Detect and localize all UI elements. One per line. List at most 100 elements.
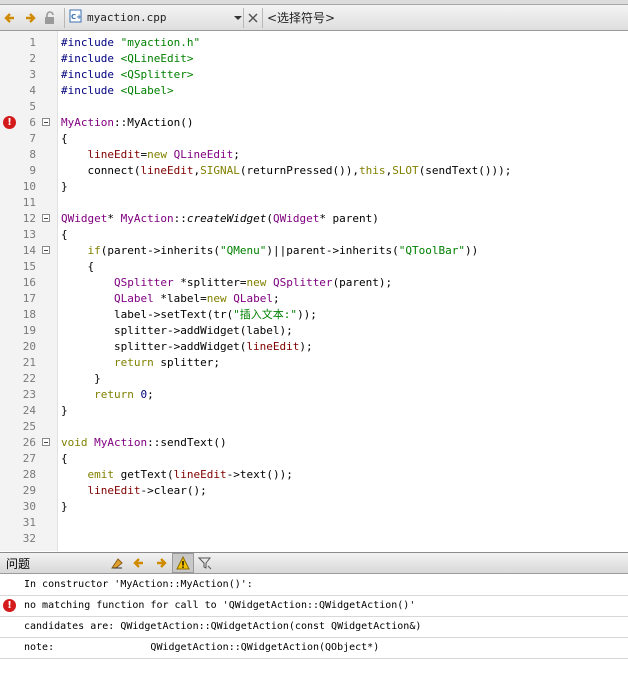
code-text: { bbox=[61, 227, 68, 243]
code-token: return bbox=[113, 356, 154, 369]
code-text: QSplitter *splitter=new QSplitter(parent… bbox=[61, 275, 392, 291]
back-arrow-icon[interactable] bbox=[0, 8, 20, 28]
code-token: *label= bbox=[153, 292, 207, 305]
code-line[interactable]: 30} bbox=[0, 499, 628, 515]
file-name: myaction.cpp bbox=[87, 11, 167, 24]
code-line[interactable]: 10} bbox=[0, 179, 628, 195]
code-text: if(parent->inherits("QMenu")||parent->in… bbox=[61, 243, 479, 259]
code-text: void MyAction::sendText() bbox=[61, 435, 227, 451]
error-icon: ! bbox=[3, 599, 16, 612]
file-selector-combo[interactable]: C+ myaction.cpp bbox=[64, 7, 244, 28]
code-token: getText( bbox=[114, 468, 174, 481]
code-line[interactable]: 3 #include <QSplitter> bbox=[0, 67, 628, 83]
fold-toggle-icon[interactable] bbox=[42, 118, 50, 126]
code-token: SIGNAL bbox=[200, 164, 240, 177]
forward-arrow-icon[interactable] bbox=[20, 8, 40, 28]
lock-icon[interactable] bbox=[40, 8, 60, 28]
warning-filter-icon[interactable] bbox=[172, 553, 194, 573]
issue-text: candidates are: QWidgetAction::QWidgetAc… bbox=[24, 621, 422, 632]
code-line[interactable]: 8 lineEdit=new QLineEdit; bbox=[0, 147, 628, 163]
code-token: "myaction.h" bbox=[120, 36, 201, 49]
code-token: lineEdit bbox=[87, 484, 141, 497]
code-token: ->text()); bbox=[226, 468, 293, 481]
code-line[interactable]: 31 bbox=[0, 515, 628, 531]
code-token: (returnPressed()), bbox=[239, 164, 360, 177]
code-token: #include bbox=[61, 84, 121, 97]
fold-toggle-icon[interactable] bbox=[42, 214, 50, 222]
code-line[interactable]: 15 { bbox=[0, 259, 628, 275]
code-token: * parent) bbox=[319, 212, 379, 225]
code-line[interactable]: 14 if(parent->inherits("QMenu")||parent-… bbox=[0, 243, 628, 259]
code-line[interactable]: 5 bbox=[0, 99, 628, 115]
code-text: QWidget* MyAction::createWidget(QWidget*… bbox=[61, 211, 379, 227]
code-text: { bbox=[61, 131, 68, 147]
code-token: lineEdit bbox=[173, 468, 227, 481]
line-number: 11 bbox=[22, 196, 36, 209]
code-line[interactable]: 7{ bbox=[0, 131, 628, 147]
code-line[interactable]: 32 bbox=[0, 531, 628, 547]
code-line[interactable]: 27 { bbox=[0, 451, 628, 467]
fold-toggle-icon[interactable] bbox=[42, 246, 50, 254]
code-line[interactable]: ! 6 MyAction::MyAction() bbox=[0, 115, 628, 131]
line-number: 9 bbox=[29, 164, 36, 177]
code-line[interactable]: 1 #include "myaction.h" bbox=[0, 35, 628, 51]
code-line[interactable]: 18 label->setText(tr("插入文本:")); bbox=[0, 307, 628, 323]
previous-issue-icon[interactable] bbox=[128, 553, 150, 573]
code-token: "QMenu" bbox=[219, 244, 267, 257]
code-token: (parent->inherits( bbox=[100, 244, 220, 257]
code-token: SLOT bbox=[392, 164, 419, 177]
fold-toggle-icon[interactable] bbox=[42, 438, 50, 446]
code-line[interactable]: 19 splitter->addWidget(label); bbox=[0, 323, 628, 339]
code-line[interactable]: 9 connect(lineEdit,SIGNAL(returnPressed(… bbox=[0, 163, 628, 179]
line-number: 6 bbox=[29, 116, 36, 129]
code-line[interactable]: 13 { bbox=[0, 227, 628, 243]
error-icon[interactable]: ! bbox=[3, 116, 16, 129]
line-number: 20 bbox=[22, 340, 36, 353]
code-token: ; bbox=[233, 148, 240, 161]
issue-row[interactable]: candidates are: QWidgetAction::QWidgetAc… bbox=[0, 617, 628, 638]
filter-icon[interactable] bbox=[194, 553, 216, 573]
issue-row[interactable]: In constructor 'MyAction::MyAction()': bbox=[0, 575, 628, 596]
line-number: 24 bbox=[22, 404, 36, 417]
code-line[interactable]: 4 #include <QLabel> bbox=[0, 83, 628, 99]
code-line[interactable]: 12 QWidget* MyAction::createWidget(QWidge… bbox=[0, 211, 628, 227]
code-line[interactable]: 28 emit getText(lineEdit->text()); bbox=[0, 467, 628, 483]
code-line[interactable]: 25 bbox=[0, 419, 628, 435]
issue-row[interactable]: note: QWidgetAction::QWidgetAction(QObje… bbox=[0, 638, 628, 659]
code-token: <QLabel> bbox=[120, 84, 174, 97]
code-line[interactable]: 17 QLabel *label=new QLabel; bbox=[0, 291, 628, 307]
code-line[interactable]: 23 return 0; bbox=[0, 387, 628, 403]
code-token: MyAction bbox=[94, 436, 148, 449]
code-line[interactable]: 20 splitter->addWidget(lineEdit); bbox=[0, 339, 628, 355]
code-line[interactable]: 24} bbox=[0, 403, 628, 419]
line-number: 23 bbox=[22, 388, 36, 401]
code-text: lineEdit=new QLineEdit; bbox=[61, 147, 240, 163]
code-line[interactable]: 11 bbox=[0, 195, 628, 211]
clear-issues-icon[interactable] bbox=[106, 553, 128, 573]
symbol-selector-combo[interactable]: <选择符号> bbox=[267, 9, 335, 26]
issue-row[interactable]: ! no matching function for call to 'QWidg… bbox=[0, 596, 628, 617]
code-token: createWidget bbox=[186, 212, 267, 225]
next-issue-icon[interactable] bbox=[150, 553, 172, 573]
code-line[interactable]: 16 QSplitter *splitter=new QSplitter(par… bbox=[0, 275, 628, 291]
issues-list: In constructor 'MyAction::MyAction()':! n… bbox=[0, 575, 628, 689]
code-text: connect(lineEdit,SIGNAL(returnPressed())… bbox=[61, 163, 511, 179]
code-text: QLabel *label=new QLabel; bbox=[61, 291, 280, 307]
code-text: label->setText(tr("插入文本:")); bbox=[61, 307, 317, 323]
code-line[interactable]: 29 lineEdit->clear(); bbox=[0, 483, 628, 499]
code-token: QLineEdit bbox=[173, 148, 234, 161]
code-token: lineEdit bbox=[246, 340, 300, 353]
code-editor[interactable]: 1 #include "myaction.h" 2 #include <QLineEd… bbox=[0, 31, 628, 551]
code-line[interactable]: 21 return splitter; bbox=[0, 355, 628, 371]
line-number: 7 bbox=[29, 132, 36, 145]
code-token: <QSplitter> bbox=[120, 68, 194, 81]
code-token: return bbox=[94, 388, 134, 401]
line-number: 27 bbox=[22, 452, 36, 465]
code-line[interactable]: 2 #include <QLineEdit> bbox=[0, 51, 628, 67]
code-line[interactable]: 26 void MyAction::sendText() bbox=[0, 435, 628, 451]
close-document-button[interactable] bbox=[244, 7, 263, 28]
code-token: * bbox=[107, 212, 121, 225]
line-number: 26 bbox=[22, 436, 36, 449]
code-line[interactable]: 22 } bbox=[0, 371, 628, 387]
